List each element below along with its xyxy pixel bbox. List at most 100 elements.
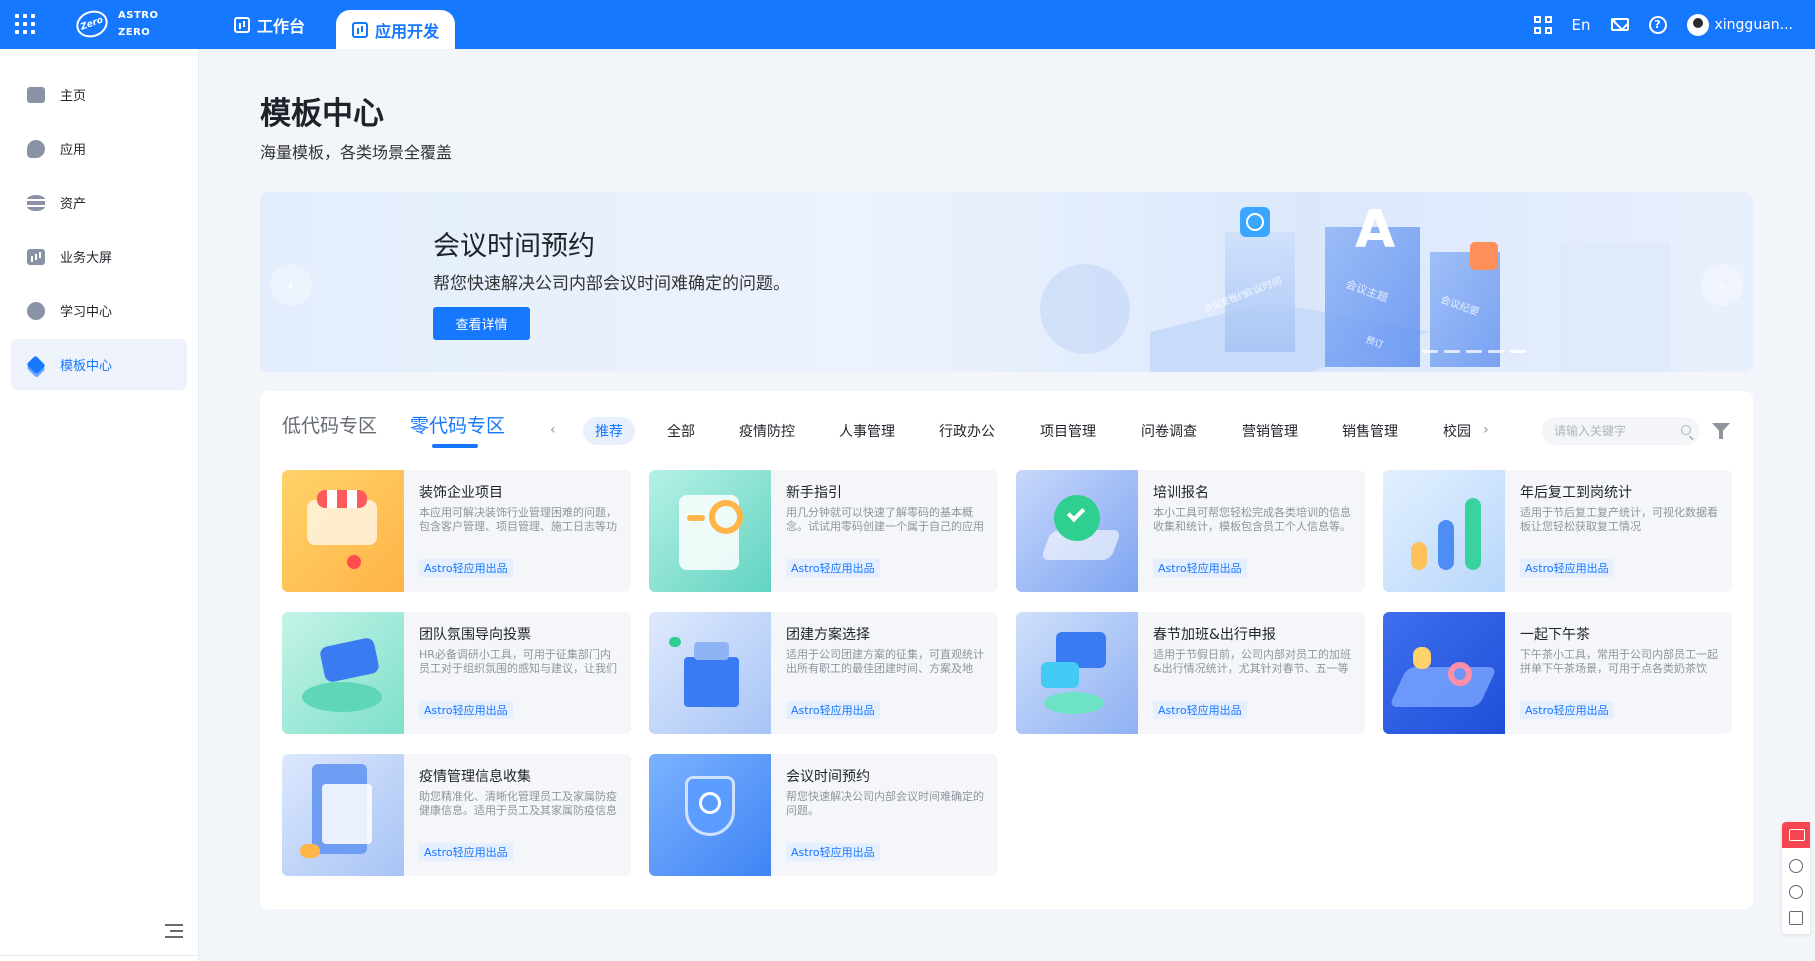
banner-dot[interactable] [1444, 350, 1460, 353]
sidebar-item-apps[interactable]: 应用 [11, 123, 187, 174]
top-right-tools: En ? xingguan... [1514, 0, 1793, 49]
template-card[interactable]: 团建方案选择 适用于公司团建方案的征集，可直观统计出所有职工的最佳团建时间、方案… [649, 612, 998, 734]
tab-low-code-zone[interactable]: 低代码专区 [282, 411, 377, 438]
tab-zero-code-zone[interactable]: 零代码专区 [410, 411, 505, 438]
help-button[interactable]: ? [1648, 15, 1667, 34]
tab-app-development-label: 应用开发 [375, 21, 440, 41]
category-next-button[interactable]: › [1483, 422, 1489, 438]
template-thumbnail [1016, 612, 1138, 734]
category-marketing[interactable]: 营销管理 [1242, 417, 1298, 445]
template-card[interactable]: 装饰企业项目 本应用可解决装饰行业管理困难的问题，包含客户管理、项目管理、施工日… [282, 470, 631, 592]
template-title: 春节加班&出行申报 [1153, 627, 1276, 643]
template-tag: Astro轻应用出品 [1520, 701, 1614, 719]
feedback-icon[interactable] [1782, 822, 1810, 848]
search-input[interactable] [1554, 424, 1674, 438]
template-title: 培训报名 [1153, 485, 1209, 501]
template-tag: Astro轻应用出品 [1520, 559, 1614, 577]
category-epidemic[interactable]: 疫情防控 [739, 417, 795, 445]
sidebar-item-label: 应用 [60, 143, 87, 158]
banner-decoration-circle [1040, 264, 1130, 354]
banner-title: 会议时间预约 [433, 231, 595, 262]
logo-text-zero: ZERO [118, 27, 151, 38]
template-tag: Astro轻应用出品 [786, 701, 880, 719]
template-card[interactable]: 年后复工到岗统计 适用于节后复工复产统计，可视化数据看板让您轻松获取复工情况 A… [1383, 470, 1732, 592]
template-title: 年后复工到岗统计 [1520, 485, 1632, 501]
app-grid-icon[interactable] [15, 14, 35, 34]
banner-dot-active[interactable] [1510, 350, 1526, 353]
view-details-button[interactable]: 查看详情 [433, 307, 530, 340]
message-button[interactable] [1610, 18, 1629, 31]
filter-icon[interactable] [1712, 423, 1730, 439]
template-thumbnail [1383, 612, 1505, 734]
layers-icon [26, 354, 46, 375]
page-subtitle: 海量模板，各类场景全覆盖 [260, 143, 453, 162]
avatar [1686, 13, 1709, 36]
template-title: 团建方案选择 [786, 627, 870, 643]
user-menu[interactable]: xingguan... [1686, 13, 1794, 36]
template-description: HR必备调研小工具，可用于征集部门内员工对于组织氛围的感知与建议，让我们一起打造… [419, 648, 617, 675]
sidebar-item-home[interactable]: 主页 [11, 69, 187, 120]
sidebar-item-learning[interactable]: 学习中心 [11, 285, 187, 336]
sidebar-divider [0, 955, 198, 956]
customer-service-icon[interactable] [1789, 859, 1803, 873]
template-thumbnail [649, 470, 771, 592]
sidebar-item-label: 主页 [60, 89, 87, 104]
qr-code-button[interactable] [1533, 15, 1552, 34]
sidebar-item-label: 学习中心 [60, 305, 113, 320]
sidebar-item-dashboard[interactable]: 业务大屏 [11, 231, 187, 282]
template-card[interactable]: 春节加班&出行申报 适用于节假日前，公司内部对员工的加班&出行情况统计，尤其针对… [1016, 612, 1365, 734]
category-sales[interactable]: 销售管理 [1342, 417, 1398, 445]
astro-zero-logo[interactable]: Zero ASTRO ZERO [72, 6, 158, 43]
template-tag: Astro轻应用出品 [1153, 701, 1247, 719]
banner-pagination [1422, 350, 1526, 353]
collapse-sidebar-icon[interactable] [165, 924, 183, 938]
category-prev-button[interactable]: ‹ [550, 422, 556, 438]
category-all[interactable]: 全部 [667, 417, 695, 445]
template-card[interactable]: 疫情管理信息收集 助您精准化、清晰化管理员工及家属防疫健康信息。适用于员工及其家… [282, 754, 631, 876]
template-title: 新手指引 [786, 485, 842, 501]
template-description: 适用于节假日前，公司内部对员工的加班&出行情况统计，尤其针对春节、五一等长假。 [1153, 648, 1351, 675]
banner-next-button[interactable]: › [1701, 264, 1743, 306]
template-thumbnail [282, 470, 404, 592]
template-card[interactable]: 新手指引 用几分钟就可以快速了解零码的基本概念。试试用零码创建一个属于自己的应用… [649, 470, 998, 592]
template-description: 下午茶小工具，常用于公司内部员工一起拼单下午茶场景，可用于点各类奶茶饮品。 [1520, 648, 1718, 675]
template-card[interactable]: 团队氛围导向投票 HR必备调研小工具，可用于征集部门内员工对于组织氛围的感知与建… [282, 612, 631, 734]
banner-dot[interactable] [1466, 350, 1482, 353]
bar-chart-icon [27, 248, 45, 265]
category-survey[interactable]: 问卷调查 [1141, 417, 1197, 445]
tab-workbench[interactable]: 工作台 [234, 0, 305, 49]
banner-dot[interactable] [1422, 350, 1438, 353]
search-box [1542, 417, 1700, 445]
template-description: 助您精准化、清晰化管理员工及家属防疫健康信息。适用于员工及其家属防疫信息收集。 [419, 790, 617, 817]
tab-workbench-label: 工作台 [257, 16, 306, 36]
username: xingguan... [1714, 16, 1794, 33]
banner-dot[interactable] [1488, 350, 1504, 353]
template-card[interactable]: 培训报名 本小工具可帮您轻松完成各类培训的信息收集和统计，模板包含员工个人信息等… [1016, 470, 1365, 592]
template-tag: Astro轻应用出品 [419, 701, 513, 719]
mail-icon [1610, 18, 1629, 31]
help-circle-icon[interactable] [1789, 885, 1803, 899]
template-description: 本应用可解决装饰行业管理困难的问题，包含客户管理、项目管理、施工日志等功能。 [419, 506, 617, 533]
edit-note-icon[interactable] [1789, 911, 1803, 925]
logo-badge: Zero [72, 6, 112, 42]
language-switch[interactable]: En [1572, 16, 1591, 34]
active-tab-indicator [432, 444, 478, 448]
featured-banner[interactable]: A 会议时间 会议主题 会议纪要 会议室租约 预订 会议时间预约 帮您快速解决公… [260, 192, 1753, 372]
template-card[interactable]: 一起下午茶 下午茶小工具，常用于公司内部员工一起拼单下午茶场景，可用于点各类奶茶… [1383, 612, 1732, 734]
app-icon [27, 139, 45, 158]
floating-toolbar [1782, 822, 1810, 934]
template-card[interactable]: 会议时间预约 帮您快速解决公司内部会议时间难确定的问题。 Astro轻应用出品 [649, 754, 998, 876]
category-admin[interactable]: 行政办公 [939, 417, 995, 445]
category-project[interactable]: 项目管理 [1040, 417, 1096, 445]
sidebar-item-label: 资产 [60, 197, 87, 212]
sidebar: 主页 应用 资产 业务大屏 学习中心 模板中心 [0, 49, 199, 961]
sidebar-item-assets[interactable]: 资产 [11, 177, 187, 228]
category-campus[interactable]: 校园 [1443, 417, 1471, 445]
category-recommended[interactable]: 推荐 [583, 417, 635, 445]
search-icon[interactable] [1681, 425, 1691, 435]
tab-app-development[interactable]: 应用开发 [336, 10, 456, 49]
home-icon [27, 86, 45, 103]
category-hr[interactable]: 人事管理 [839, 417, 895, 445]
banner-prev-button[interactable]: ‹ [270, 264, 312, 306]
sidebar-item-templates[interactable]: 模板中心 [11, 339, 187, 390]
